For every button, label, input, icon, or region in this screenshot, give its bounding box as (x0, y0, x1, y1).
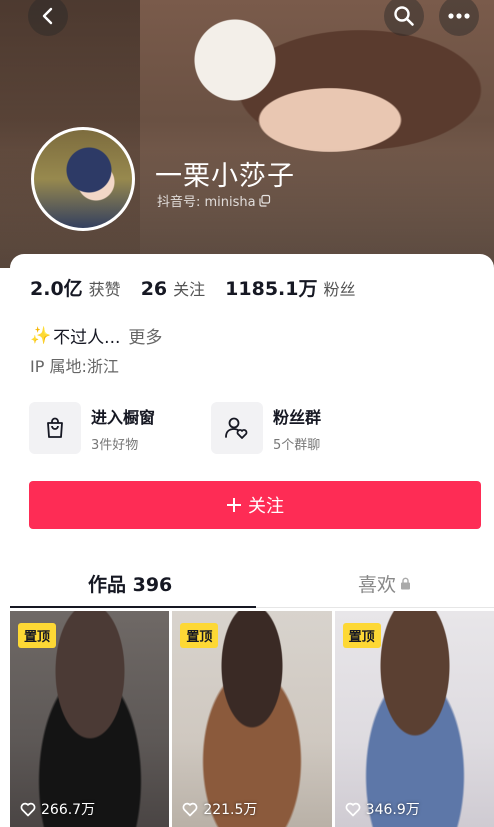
shopping-bag-icon (29, 402, 81, 454)
fan-group-title: 粉丝群 (273, 407, 322, 427)
stat-likes-value: 2.0亿 (30, 278, 83, 300)
chevron-left-icon (42, 7, 53, 25)
tab-liked-label: 喜欢 (358, 574, 397, 596)
video-likes-count: 221.5万 (203, 802, 258, 818)
video-likes: 266.7万 (20, 799, 95, 819)
stats-row: 2.0亿 获赞 26 关注 1185.1万 粉丝 (30, 274, 356, 301)
content-tabs: 作品 396 喜欢 (10, 560, 494, 608)
follow-button[interactable]: 关注 (29, 481, 481, 529)
tab-active-indicator (10, 606, 256, 608)
video-grid: 置顶 266.7万 置顶 221.5万 置顶 346.9万 (10, 611, 494, 827)
shop-window-entry[interactable]: 进入橱窗 3件好物 (29, 402, 155, 454)
douyin-id[interactable]: 抖音号: minisha (157, 191, 271, 210)
video-thumbnail[interactable]: 置顶 266.7万 (10, 611, 170, 827)
lock-icon (401, 577, 411, 590)
video-likes-count: 266.7万 (41, 802, 96, 818)
stat-followers[interactable]: 1185.1万 粉丝 (225, 274, 355, 301)
video-thumbnail[interactable]: 置顶 346.9万 (334, 611, 494, 827)
stat-followers-value: 1185.1万 (225, 278, 318, 300)
fan-group-subtitle: 5个群聊 (273, 437, 321, 453)
video-thumbnail[interactable]: 置顶 221.5万 (172, 611, 332, 827)
bio[interactable]: ✨ 不过人... 更多 (30, 323, 162, 349)
follow-button-label: 关注 (248, 496, 284, 517)
pinned-badge: 置顶 (342, 623, 381, 648)
plus-icon (227, 498, 241, 512)
stat-following[interactable]: 26 关注 (141, 276, 205, 300)
stat-followers-label: 粉丝 (323, 280, 356, 299)
fan-group-icon (211, 402, 263, 454)
more-icon (448, 13, 470, 19)
video-likes: 221.5万 (182, 799, 257, 819)
bio-more-link[interactable]: 更多 (128, 323, 162, 348)
shop-window-subtitle: 3件好物 (91, 437, 139, 453)
ip-location: IP 属地:浙江 (30, 357, 119, 376)
stat-following-label: 关注 (173, 280, 206, 299)
heart-icon (345, 802, 361, 816)
tab-liked[interactable]: 喜欢 (358, 570, 411, 597)
avatar[interactable] (31, 127, 135, 231)
bio-text: 不过人... (53, 328, 121, 348)
video-likes: 346.9万 (345, 799, 420, 819)
stat-likes[interactable]: 2.0亿 获赞 (30, 274, 121, 301)
pinned-badge: 置顶 (18, 623, 57, 648)
stat-likes-label: 获赞 (88, 280, 121, 299)
search-icon (394, 6, 414, 26)
stat-following-value: 26 (140, 278, 168, 300)
pinned-badge: 置顶 (180, 623, 219, 648)
profile-name: 一栗小莎子 (155, 161, 295, 192)
fan-group-entry[interactable]: 粉丝群 5个群聊 (211, 402, 321, 454)
copy-icon[interactable] (258, 194, 271, 207)
douyin-id-text: 抖音号: minisha (157, 195, 256, 210)
sparkle-icon: ✨ (30, 325, 52, 346)
tab-works[interactable]: 作品 396 (88, 570, 172, 597)
heart-icon (182, 802, 198, 816)
video-likes-count: 346.9万 (365, 802, 420, 818)
shop-window-title: 进入橱窗 (91, 407, 156, 427)
heart-icon (20, 802, 36, 816)
